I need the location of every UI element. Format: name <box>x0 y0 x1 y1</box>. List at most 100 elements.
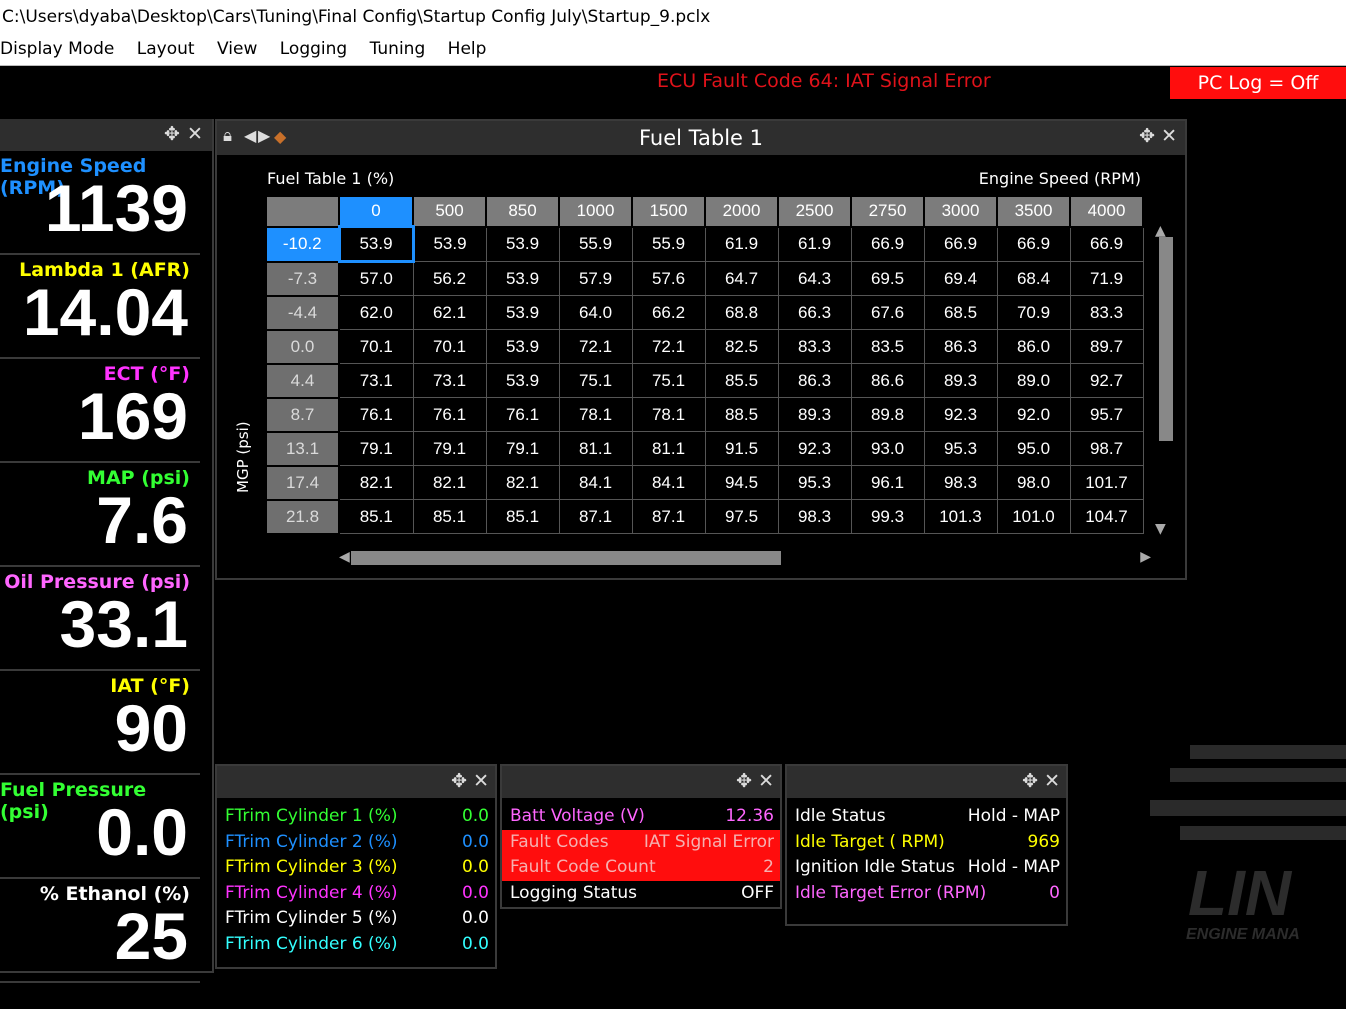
column-header[interactable]: 1000 <box>558 195 633 228</box>
row-header[interactable]: 13.1 <box>265 430 340 467</box>
table-cell[interactable]: 101.7 <box>1069 465 1144 500</box>
move-icon[interactable]: ✥ <box>736 770 752 792</box>
table-cell[interactable]: 97.5 <box>704 499 779 534</box>
table-cell[interactable]: 86.3 <box>923 329 998 364</box>
table-cell[interactable]: 68.5 <box>923 295 998 330</box>
table-cell[interactable]: 92.0 <box>996 397 1071 432</box>
table-cell[interactable]: 70.1 <box>412 329 487 364</box>
table-cell[interactable]: 89.8 <box>850 397 925 432</box>
table-cell[interactable]: 62.0 <box>338 295 414 330</box>
scroll-right-icon[interactable]: ▶ <box>1140 549 1151 565</box>
table-cell[interactable]: 61.9 <box>777 226 852 262</box>
table-cell[interactable]: 66.9 <box>850 226 925 262</box>
table-cell[interactable]: 89.0 <box>996 363 1071 398</box>
table-cell[interactable]: 83.3 <box>777 329 852 364</box>
table-cell[interactable]: 98.7 <box>1069 431 1144 466</box>
table-cell[interactable]: 56.2 <box>412 261 487 296</box>
table-cell[interactable]: 67.6 <box>850 295 925 330</box>
table-cell[interactable]: 72.1 <box>558 329 633 364</box>
table-cell[interactable]: 55.9 <box>631 226 706 262</box>
table-cell[interactable]: 82.1 <box>338 465 414 500</box>
table-cell[interactable]: 82.1 <box>412 465 487 500</box>
row-header[interactable]: 21.8 <box>265 498 340 535</box>
table-cell[interactable]: 62.1 <box>412 295 487 330</box>
table-cell[interactable]: 66.9 <box>923 226 998 262</box>
fuel-table-header[interactable]: 🔒︎ ◀ ▶ ◆ Fuel Table 1 ✥ ✕ <box>217 121 1185 155</box>
table-cell[interactable]: 84.1 <box>558 465 633 500</box>
table-cell[interactable]: 94.5 <box>704 465 779 500</box>
table-cell[interactable]: 95.0 <box>996 431 1071 466</box>
column-header[interactable]: 2750 <box>850 195 925 228</box>
column-header[interactable]: 3500 <box>996 195 1071 228</box>
table-cell[interactable]: 86.3 <box>777 363 852 398</box>
table-cell[interactable]: 76.1 <box>485 397 560 432</box>
table-cell[interactable]: 70.1 <box>338 329 414 364</box>
table-cell[interactable]: 91.5 <box>704 431 779 466</box>
move-icon[interactable]: ✥ <box>1139 125 1155 147</box>
table-cell[interactable]: 85.1 <box>485 499 560 534</box>
table-cell[interactable]: 69.4 <box>923 261 998 296</box>
menu-layout[interactable]: Layout <box>137 34 195 65</box>
table-cell[interactable]: 92.3 <box>923 397 998 432</box>
move-icon[interactable]: ✥ <box>164 123 180 145</box>
close-icon[interactable]: ✕ <box>1161 125 1177 147</box>
menu-help[interactable]: Help <box>448 34 487 65</box>
scroll-left-icon[interactable]: ◀ <box>339 549 350 565</box>
table-cell[interactable]: 66.9 <box>1069 226 1144 262</box>
table-cell[interactable]: 87.1 <box>558 499 633 534</box>
table-cell[interactable]: 85.1 <box>338 499 414 534</box>
table-cell[interactable]: 64.7 <box>704 261 779 296</box>
table-cell[interactable]: 68.8 <box>704 295 779 330</box>
table-cell[interactable]: 98.3 <box>923 465 998 500</box>
table-cell[interactable]: 98.0 <box>996 465 1071 500</box>
table-cell[interactable]: 64.0 <box>558 295 633 330</box>
table-cell[interactable]: 83.3 <box>1069 295 1144 330</box>
gauge-panel-header[interactable]: ✥ ✕ <box>0 119 212 151</box>
row-header[interactable]: -4.4 <box>265 294 340 331</box>
column-header[interactable]: 2000 <box>704 195 779 228</box>
table-cell[interactable]: 81.1 <box>558 431 633 466</box>
table-cell[interactable]: 85.5 <box>704 363 779 398</box>
table-cell[interactable]: 53.9 <box>485 295 560 330</box>
horizontal-scrollbar[interactable]: ◀ ▶ <box>339 549 1151 567</box>
row-header[interactable]: 4.4 <box>265 362 340 399</box>
table-cell[interactable]: 84.1 <box>631 465 706 500</box>
table-cell[interactable]: 86.0 <box>996 329 1071 364</box>
row-header[interactable]: 17.4 <box>265 464 340 501</box>
table-cell[interactable]: 73.1 <box>412 363 487 398</box>
table-cell[interactable]: 57.6 <box>631 261 706 296</box>
table-cell[interactable]: 83.5 <box>850 329 925 364</box>
table-cell[interactable]: 55.9 <box>558 226 633 262</box>
table-cell[interactable]: 72.1 <box>631 329 706 364</box>
table-cell[interactable]: 64.3 <box>777 261 852 296</box>
table-cell[interactable]: 75.1 <box>558 363 633 398</box>
table-cell[interactable]: 93.0 <box>850 431 925 466</box>
status-panel-header[interactable]: ✥ ✕ <box>502 766 780 798</box>
column-header[interactable]: 4000 <box>1069 195 1144 228</box>
table-cell[interactable]: 61.9 <box>704 226 779 262</box>
scroll-thumb[interactable] <box>1159 237 1173 441</box>
column-header[interactable]: 2500 <box>777 195 852 228</box>
table-cell[interactable]: 79.1 <box>485 431 560 466</box>
table-cell[interactable]: 66.3 <box>777 295 852 330</box>
table-cell[interactable]: 87.1 <box>631 499 706 534</box>
table-cell[interactable]: 82.1 <box>485 465 560 500</box>
table-cell[interactable]: 81.1 <box>631 431 706 466</box>
table-cell[interactable]: 73.1 <box>338 363 414 398</box>
table-cell[interactable]: 95.7 <box>1069 397 1144 432</box>
table-cell[interactable]: 89.3 <box>923 363 998 398</box>
table-cell[interactable]: 89.7 <box>1069 329 1144 364</box>
column-header[interactable]: 1500 <box>631 195 706 228</box>
table-cell[interactable]: 85.1 <box>412 499 487 534</box>
table-cell[interactable]: 86.6 <box>850 363 925 398</box>
table-cell[interactable]: 101.3 <box>923 499 998 534</box>
table-cell[interactable]: 104.7 <box>1069 499 1144 534</box>
table-cell[interactable]: 95.3 <box>923 431 998 466</box>
table-cell[interactable]: 92.7 <box>1069 363 1144 398</box>
table-cell[interactable]: 53.9 <box>485 363 560 398</box>
close-icon[interactable]: ✕ <box>758 770 774 792</box>
table-cell[interactable]: 71.9 <box>1069 261 1144 296</box>
table-cell[interactable]: 82.5 <box>704 329 779 364</box>
scroll-down-icon[interactable]: ▼ <box>1155 521 1166 537</box>
table-cell[interactable]: 79.1 <box>412 431 487 466</box>
